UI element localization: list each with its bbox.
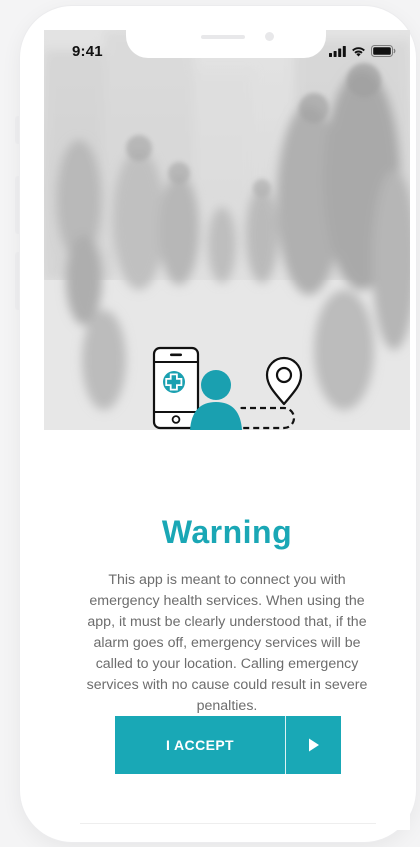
bottom-divider [80, 823, 376, 824]
play-arrow-icon [286, 716, 341, 774]
dashed-route-icon [240, 406, 296, 430]
speaker-grille [201, 35, 245, 39]
status-bar: 9:41 [44, 30, 410, 74]
phone-screen: 9:41 Warning This app is meant to connec… [44, 30, 410, 830]
wifi-icon [352, 46, 365, 56]
status-icons [329, 44, 396, 58]
warning-message: This app is meant to connect you with em… [86, 572, 368, 714]
accept-button[interactable]: I ACCEPT [115, 716, 341, 774]
device-notch [126, 30, 326, 58]
hero-image: 9:41 [44, 30, 410, 430]
signal-icon [329, 45, 346, 57]
warning-panel: Warning This app is meant to connect you… [44, 430, 410, 830]
location-pin-icon [265, 356, 303, 406]
accept-button-label: I ACCEPT [165, 737, 235, 753]
warning-title: Warning [161, 514, 293, 550]
front-camera [265, 32, 274, 41]
phone-medical-cross-icon [152, 346, 200, 430]
emergency-illustration [152, 346, 303, 430]
battery-icon [371, 45, 396, 57]
app-stage: 9:41 Warning This app is meant to connec… [0, 0, 420, 847]
status-time: 9:41 [72, 43, 103, 60]
